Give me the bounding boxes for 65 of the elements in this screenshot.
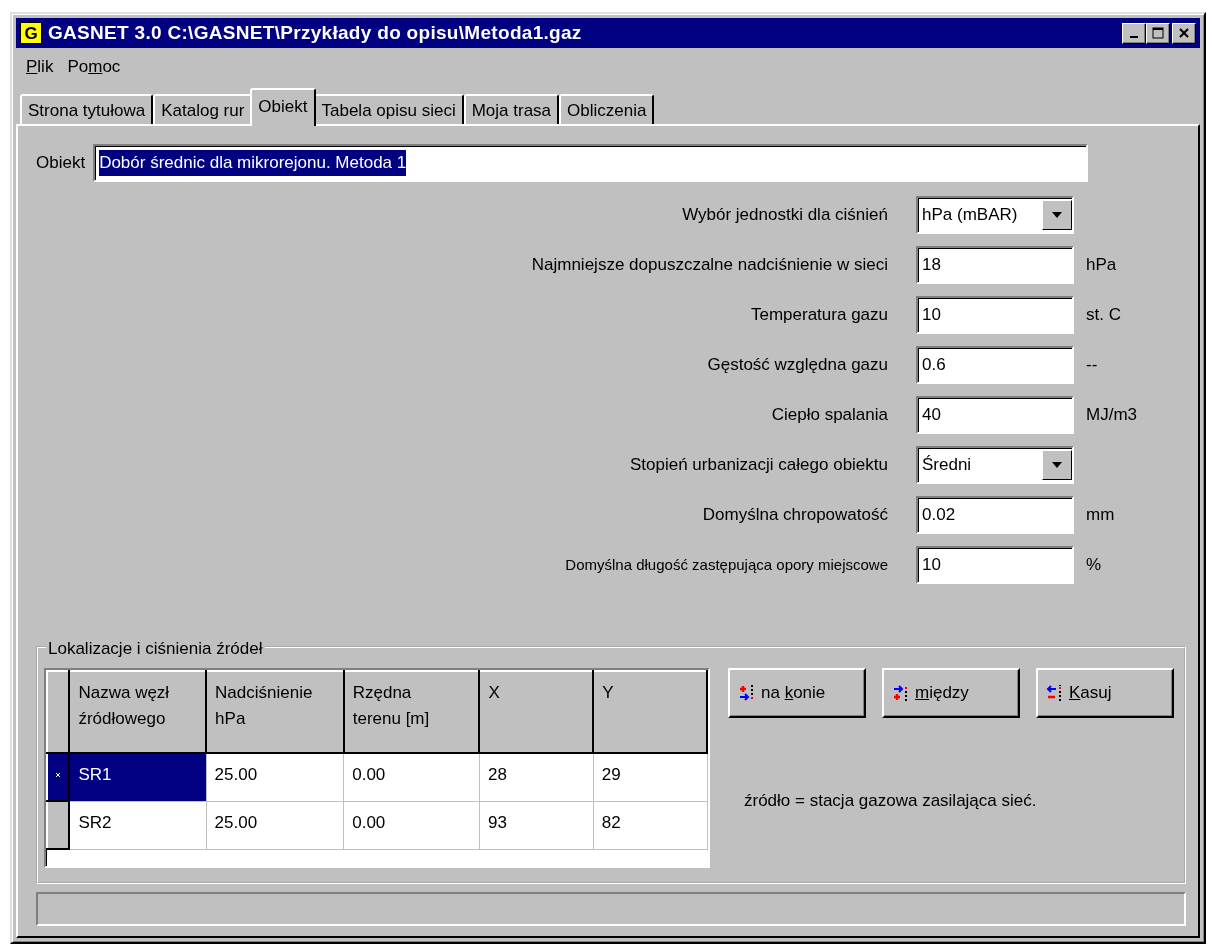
row-header[interactable] <box>47 801 70 849</box>
minimize-icon <box>1130 36 1138 38</box>
toolbar-button[interactable]: na konie <box>728 668 866 718</box>
close-icon <box>1178 27 1190 39</box>
column-header: Y <box>593 671 707 753</box>
dropdown[interactable]: Średni <box>916 446 1074 484</box>
field-label: Najmniejsze dopuszczalne nadciśnienie w sieci <box>530 254 889 277</box>
row-header[interactable] <box>47 753 70 801</box>
insert-row-icon <box>892 684 909 702</box>
dropdown[interactable]: hPa (mBAR) <box>916 196 1074 234</box>
field-label: Ciepło spalania <box>770 404 889 427</box>
table-cell: 93 <box>479 801 594 849</box>
field-label: Temperatura gazu <box>749 304 889 327</box>
maximize-icon <box>1152 27 1164 39</box>
input-field[interactable]: 0.02 <box>916 496 1074 534</box>
minimize-button[interactable] <box>1122 22 1146 44</box>
unit-label: MJ/m3 <box>1086 404 1138 427</box>
table-cell: 28 <box>479 753 594 801</box>
menu-item[interactable]: Pomoc <box>67 54 121 78</box>
field-label: Wybór jednostki dla ciśnień <box>681 204 889 227</box>
column-header: X <box>479 671 594 753</box>
tab[interactable]: Obliczenia <box>559 94 655 126</box>
menu-item[interactable]: Plik <box>26 54 54 78</box>
field-label: Stopień urbanizacji całego obiektu <box>629 454 889 477</box>
window-title: GASNET 3.0 C:\GASNET\Przykłady do opisu\Metoda1.gaz <box>48 20 583 45</box>
table-cell: 25.00 <box>206 753 344 801</box>
field-label: Obiekt <box>36 152 86 175</box>
input-field[interactable]: 10 <box>916 546 1074 584</box>
input-field[interactable]: 18 <box>916 246 1074 284</box>
row-marker-icon <box>55 772 62 778</box>
input-field[interactable]: 0.6 <box>916 346 1074 384</box>
close-button[interactable] <box>1172 22 1196 44</box>
unit-label: st. C <box>1086 304 1122 327</box>
unit-label: hPa <box>1086 254 1118 277</box>
delete-row-icon <box>1046 684 1063 702</box>
column-header: Nadciśnienie hPa <box>206 671 344 753</box>
field-label: Gęstość względna gazu <box>706 354 889 377</box>
tab[interactable]: Katalog rur <box>153 94 253 126</box>
app-icon: G <box>20 22 42 44</box>
input-field[interactable]: 10 <box>916 296 1074 334</box>
unit-label: % <box>1086 554 1103 577</box>
table-cell: SR2 <box>69 801 207 849</box>
add-row-icon <box>738 684 755 702</box>
object-name-field[interactable]: Dobór średnic dla mikrorejonu. Metoda 1 <box>93 144 1088 182</box>
tab[interactable]: Obiekt <box>250 88 316 126</box>
toolbar-button[interactable]: między <box>882 668 1020 718</box>
maximize-button[interactable] <box>1146 22 1170 44</box>
toolbar-button[interactable]: Kasuj <box>1036 668 1174 718</box>
tab[interactable]: Moja trasa <box>463 94 560 126</box>
tab[interactable]: Tabela opisu sieci <box>313 94 464 126</box>
table-cell: 25.00 <box>206 801 344 849</box>
table-cell: 82 <box>593 801 707 849</box>
tab[interactable]: Strona tytułowa <box>20 94 154 126</box>
unit-label: mm <box>1086 504 1116 527</box>
table-cell: 0.00 <box>343 753 480 801</box>
table-cell: SR1 <box>69 753 207 801</box>
column-header: Nazwa węzł źródłowego <box>69 671 207 753</box>
column-header: Rzędna terenu [m] <box>343 671 480 753</box>
note-text: źródło = stacja gazowa zasilająca sieć. <box>744 790 1038 812</box>
input-field[interactable]: 40 <box>916 396 1074 434</box>
unit-label: -- <box>1086 354 1099 377</box>
table-cell: 0.00 <box>343 801 480 849</box>
field-label: Domyślna chropowatość <box>701 504 889 527</box>
table-cell: 29 <box>593 753 707 801</box>
field-label: Domyślna długość zastępująca opory miejscowe <box>564 554 889 575</box>
